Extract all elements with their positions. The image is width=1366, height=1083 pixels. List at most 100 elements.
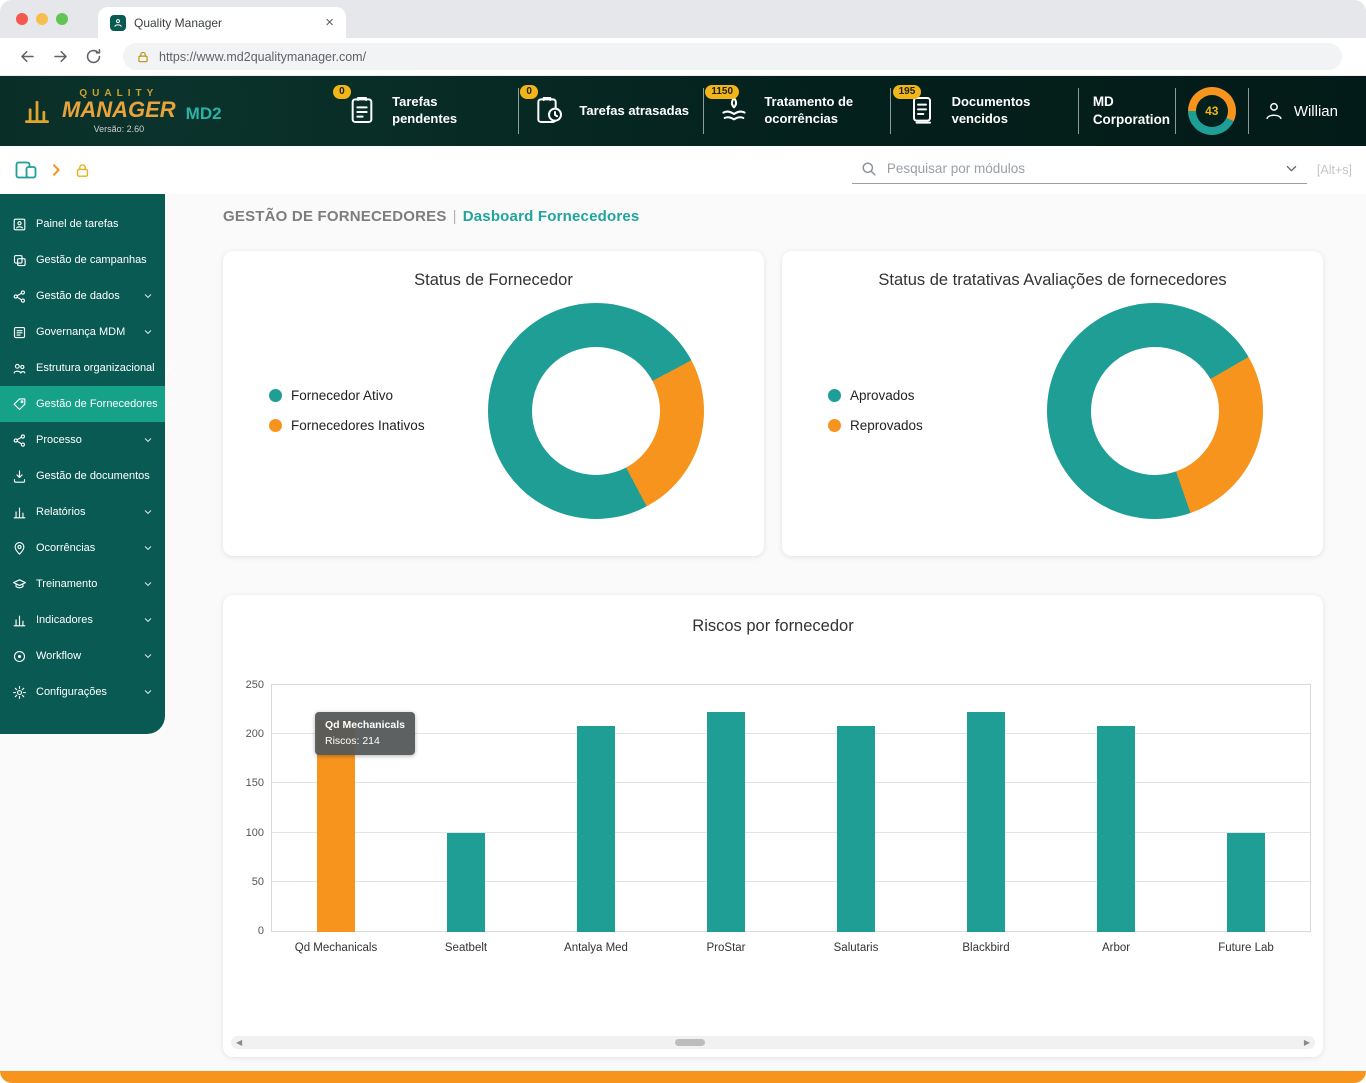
- cap-icon: [12, 577, 27, 592]
- breadcrumb-page: Dasboard Fornecedores: [463, 208, 640, 225]
- back-icon[interactable]: [18, 47, 37, 66]
- card-title: Riscos por fornecedor: [223, 617, 1323, 636]
- risks-by-supplier-card: Riscos por fornecedor 050100150200250 Qd…: [223, 595, 1323, 1057]
- chart-bar[interactable]: [967, 712, 1005, 932]
- supplier-status-card: Status de Fornecedor Fornecedor AtivoFor…: [223, 251, 764, 556]
- sidebar-item[interactable]: Processo: [0, 422, 165, 458]
- scroll-left-icon[interactable]: ◀: [236, 1039, 242, 1047]
- chart-bar[interactable]: [447, 833, 485, 932]
- header-stat[interactable]: 195Documentos vencidos: [896, 94, 1074, 128]
- docs-icon: [906, 113, 938, 130]
- legend-label: Reprovados: [850, 418, 923, 433]
- sidebar-item-label: Configurações: [36, 686, 107, 698]
- stat-badge: 0: [520, 85, 538, 99]
- chart-bar[interactable]: [577, 726, 615, 932]
- tab-title: Quality Manager: [134, 16, 222, 30]
- header-stat[interactable]: 1150Tratamento de ocorrências: [708, 94, 886, 128]
- y-axis-tick: 250: [234, 679, 264, 691]
- main-area: GESTÃO DE FORNECEDORES|Dasboard Forneced…: [165, 194, 1366, 1071]
- chart-bar[interactable]: [1227, 833, 1265, 932]
- divider: [518, 88, 519, 134]
- sidebar-item-label: Treinamento: [36, 578, 97, 590]
- app-header: QUALITY MANAGER Versão: 2.60 MD2 0Tarefa…: [0, 76, 1366, 146]
- chart-legend: AprovadosReprovados: [828, 388, 923, 433]
- sidebar-item[interactable]: Gestão de campanhas: [0, 242, 165, 278]
- barsic-icon: [12, 505, 27, 520]
- chart-bar[interactable]: [707, 712, 745, 932]
- forward-icon[interactable]: [51, 47, 70, 66]
- search-input[interactable]: [887, 161, 1274, 176]
- module-search[interactable]: [852, 156, 1307, 184]
- sidebar-item[interactable]: Workflow: [0, 638, 165, 674]
- header-stat[interactable]: 0Tarefas pendentes: [336, 94, 514, 128]
- maximize-window-button[interactable]: [56, 13, 68, 25]
- sidebar-item[interactable]: Ocorrências: [0, 530, 165, 566]
- clipboard-icon: [346, 113, 378, 130]
- header-stat[interactable]: 0Tarefas atrasadas: [523, 94, 699, 128]
- chevron-down-icon: [143, 435, 153, 445]
- sidebar-item[interactable]: Gestão de documentos: [0, 458, 165, 494]
- user-menu[interactable]: Willian: [1249, 100, 1352, 122]
- y-axis-tick: 100: [234, 827, 264, 839]
- devices-icon[interactable]: [14, 158, 38, 182]
- sidebar-item[interactable]: Configurações: [0, 674, 165, 710]
- scroll-right-icon[interactable]: ▶: [1304, 1039, 1310, 1047]
- progress-gauge[interactable]: 43: [1188, 87, 1236, 135]
- user-icon: [1263, 100, 1285, 122]
- sidebar-item[interactable]: Treinamento: [0, 566, 165, 602]
- minimize-window-button[interactable]: [36, 13, 48, 25]
- sidebar-item-label: Painel de tarefas: [36, 218, 119, 230]
- sidebar-item-label: Workflow: [36, 650, 81, 662]
- chart-bar[interactable]: [1097, 726, 1135, 932]
- sidebar-item[interactable]: Relatórios: [0, 494, 165, 530]
- barsic-icon: [12, 613, 27, 628]
- stat-label: Tratamento de ocorrências: [764, 94, 876, 128]
- scrollbar-thumb[interactable]: [675, 1039, 705, 1046]
- x-axis-label: Arbor: [1051, 942, 1181, 954]
- chart-bar[interactable]: [837, 726, 875, 932]
- sidebar-item[interactable]: Gestão de Fornecedores: [0, 386, 165, 422]
- horizontal-scrollbar[interactable]: ◀ ▶: [231, 1036, 1315, 1049]
- lock-toggle-icon[interactable]: [74, 162, 91, 179]
- app-logo[interactable]: QUALITY MANAGER Versão: 2.60 MD2: [14, 88, 332, 134]
- sidebar-item[interactable]: Governança MDM: [0, 314, 165, 350]
- tab-close-icon[interactable]: ×: [325, 14, 334, 31]
- sidebar-item[interactable]: Estrutura organizacional: [0, 350, 165, 386]
- share-icon: [12, 289, 27, 304]
- logo-icon: [22, 96, 52, 126]
- chevron-down-icon: [143, 615, 153, 625]
- x-axis-label: Qd Mechanicals: [271, 942, 401, 954]
- address-field[interactable]: https://www.md2qualitymanager.com/: [123, 43, 1342, 70]
- sidebar-item[interactable]: Gestão de dados: [0, 278, 165, 314]
- divider: [703, 88, 704, 134]
- sidebar-item-label: Gestão de campanhas: [36, 254, 147, 266]
- share-icon: [12, 433, 27, 448]
- x-axis-label: Antalya Med: [531, 942, 661, 954]
- chevron-down-icon: [143, 579, 153, 589]
- legend-label: Fornecedores Inativos: [291, 418, 425, 433]
- chevron-down-icon[interactable]: [1284, 161, 1299, 176]
- logo-md2: MD2: [186, 104, 222, 124]
- chevron-down-icon: [143, 651, 153, 661]
- donut-chart[interactable]: [1047, 303, 1263, 519]
- sidebar-item-label: Gestão de documentos: [36, 470, 150, 482]
- legend-dot: [269, 389, 282, 402]
- breadcrumb: GESTÃO DE FORNECEDORES|Dasboard Forneced…: [223, 208, 1323, 225]
- chevron-right-icon[interactable]: [48, 162, 64, 178]
- sidebar-item[interactable]: Indicadores: [0, 602, 165, 638]
- panel-icon: [12, 217, 27, 232]
- browser-tab[interactable]: Quality Manager ×: [98, 7, 346, 38]
- search-icon: [860, 160, 877, 177]
- company-name: MD Corporation: [1079, 93, 1175, 129]
- y-axis-tick: 50: [234, 876, 264, 888]
- stat-label: Tarefas pendentes: [392, 94, 504, 128]
- donut-chart[interactable]: [488, 303, 704, 519]
- card-title: Status de Fornecedor: [241, 271, 746, 290]
- stat-badge: 195: [893, 85, 922, 99]
- y-axis-tick: 150: [234, 777, 264, 789]
- gauge-value: 43: [1196, 95, 1228, 127]
- reload-icon[interactable]: [84, 47, 103, 66]
- sidebar-item[interactable]: Painel de tarefas: [0, 206, 165, 242]
- close-window-button[interactable]: [16, 13, 28, 25]
- app-version: Versão: 2.60: [94, 124, 145, 134]
